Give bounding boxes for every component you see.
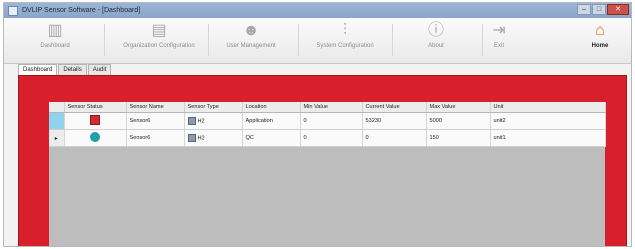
sliders-icon: ⫶ <box>342 22 347 39</box>
status-alarm-icon <box>90 115 100 125</box>
chart-icon: ▥ <box>47 22 63 39</box>
organization-configuration-button[interactable]: ▤ Organization Configuration <box>116 20 202 60</box>
location-cell[interactable]: Application <box>242 112 301 130</box>
exit-icon: ⇥ <box>492 22 506 39</box>
toolbar-separator <box>298 24 299 56</box>
current-value-cell[interactable]: 0 <box>362 129 427 147</box>
sensor-type-text: H2 <box>197 118 205 125</box>
column-header[interactable]: Min Value <box>300 102 363 113</box>
dashboard-panel: Sensor Status Sensor Name Sensor Type Lo… <box>18 75 627 246</box>
sensor-type-icon <box>187 117 196 125</box>
home-label: Home <box>591 43 609 49</box>
users-icon: ☻ <box>242 22 260 39</box>
sensor-type-text: H2 <box>197 135 205 142</box>
unit-cell[interactable]: unit2 <box>490 112 606 130</box>
close-button[interactable]: ✕ <box>607 4 629 15</box>
title-bar[interactable]: DVLIP Sensor Software - [Dashboard] – □ … <box>4 3 631 18</box>
location-cell[interactable]: QC <box>242 129 301 147</box>
app-icon <box>8 5 18 16</box>
column-header[interactable]: Sensor Status <box>64 102 127 113</box>
organization-configuration-label: Organization Configuration <box>123 43 195 49</box>
minimize-button[interactable]: – <box>577 4 591 15</box>
row-header[interactable]: ▸ <box>49 129 65 147</box>
sensor-type-icon <box>187 134 196 142</box>
column-header[interactable]: Current Value <box>362 102 427 113</box>
app-window: DVLIP Sensor Software - [Dashboard] – □ … <box>3 2 632 247</box>
column-header[interactable]: Max Value <box>426 102 491 113</box>
column-header[interactable]: Sensor Type <box>184 102 243 113</box>
exit-button[interactable]: ⇥ Exit <box>456 20 542 60</box>
dashboard-button[interactable]: ▥ Dashboard <box>12 20 98 60</box>
column-header[interactable]: Location <box>242 102 301 113</box>
exit-label: Exit <box>493 43 504 49</box>
sensor-name-cell[interactable]: Sensor6 <box>126 129 185 147</box>
column-header[interactable]: Unit <box>490 102 606 113</box>
min-value-cell[interactable]: 0 <box>300 129 363 147</box>
unit-cell[interactable]: unit1 <box>490 129 606 147</box>
document-icon: ▤ <box>151 22 167 39</box>
main-toolbar: ▥ Dashboard ▤ Organization Configuration… <box>4 18 631 64</box>
min-value-cell[interactable]: 0 <box>300 112 363 130</box>
sensor-grid: Sensor Status Sensor Name Sensor Type Lo… <box>49 102 606 246</box>
status-ok-icon <box>90 132 100 142</box>
table-row[interactable]: ▸ Sensor6 H2 QC 0 0 150 unit1 <box>49 129 606 147</box>
max-value-cell[interactable]: 150 <box>426 129 491 147</box>
window-title: DVLIP Sensor Software - [Dashboard] <box>22 7 141 14</box>
window-controls: – □ ✕ <box>576 4 629 15</box>
user-management-button[interactable]: ☻ User Management <box>208 20 294 60</box>
toolbar-separator <box>104 24 105 56</box>
home-icon: ⌂ <box>595 22 605 39</box>
info-icon: ⓘ <box>427 22 444 39</box>
system-configuration-button[interactable]: ⫶ System Configuration <box>302 20 388 60</box>
sensor-status-cell <box>64 129 127 147</box>
sensor-table: Sensor Status Sensor Name Sensor Type Lo… <box>49 102 606 147</box>
current-value-cell[interactable]: 53230 <box>362 112 427 130</box>
row-header-corner <box>49 102 65 113</box>
max-value-cell[interactable]: 5000 <box>426 112 491 130</box>
home-button[interactable]: ⌂ Home <box>570 20 630 60</box>
sensor-name-cell[interactable]: Sensor6 <box>126 112 185 130</box>
row-header[interactable] <box>49 112 65 130</box>
sensor-type-cell[interactable]: H2 <box>184 129 243 147</box>
table-header-row: Sensor Status Sensor Name Sensor Type Lo… <box>49 102 606 113</box>
dashboard-label: Dashboard <box>40 43 70 49</box>
table-row[interactable]: Sensor6 H2 Application 0 53230 5000 unit… <box>49 112 606 130</box>
sensor-status-cell <box>64 112 127 130</box>
maximize-button[interactable]: □ <box>592 4 606 15</box>
user-management-label: User Management <box>226 43 276 49</box>
column-header[interactable]: Sensor Name <box>126 102 185 113</box>
system-configuration-label: System Configuration <box>316 43 374 49</box>
sensor-type-cell[interactable]: H2 <box>184 112 243 130</box>
